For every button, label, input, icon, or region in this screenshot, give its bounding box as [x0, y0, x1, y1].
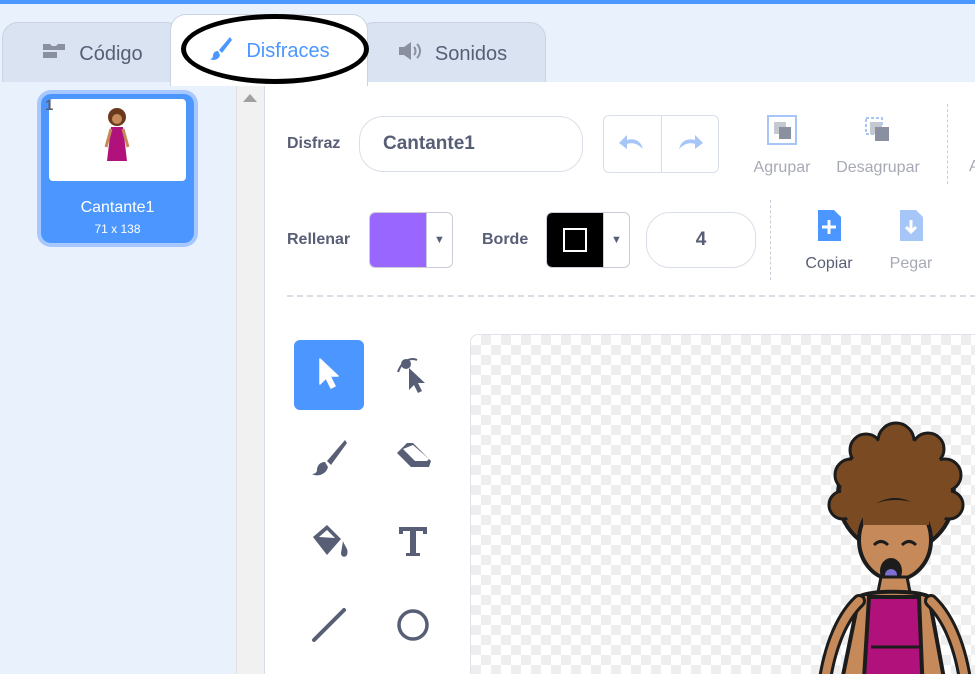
costume-list: 1 Cantante1 71 x 138 [0, 82, 236, 674]
dropdown-caret-icon: ▼ [603, 213, 629, 267]
tab-costumes[interactable]: Disfraces [170, 14, 368, 86]
ungroup-label: Desagrupar [836, 159, 920, 176]
eraser-tool[interactable] [378, 424, 448, 494]
arrow-cursor-icon [314, 356, 344, 395]
line-tool[interactable] [294, 592, 364, 662]
group-icon [749, 112, 815, 153]
toolbar-divider [770, 200, 771, 280]
tab-costumes-label: Disfraces [246, 39, 330, 62]
fill-color-swatch [370, 213, 426, 267]
reshape-cursor-icon [393, 352, 433, 399]
costume-name: Cantante1 [80, 199, 155, 216]
truncated-toolbar-label: A [969, 158, 975, 175]
singer-costume-drawing [818, 421, 972, 674]
fill-color-picker[interactable]: ▼ [369, 212, 453, 268]
select-tool[interactable] [294, 340, 364, 410]
line-icon [310, 606, 348, 649]
costume-name-label: Disfraz [287, 135, 341, 152]
costume-number: 1 [45, 97, 54, 114]
toolbar-divider [947, 104, 948, 184]
eraser-icon [393, 439, 433, 480]
redo-button[interactable] [662, 116, 719, 172]
reshape-tool[interactable] [378, 340, 448, 410]
copy-label: Copiar [805, 255, 853, 272]
paste-button[interactable]: Pegar [881, 208, 941, 273]
tab-code-label: Código [79, 42, 143, 65]
paintbrush-icon [208, 35, 234, 67]
circle-icon [394, 606, 432, 649]
ungroup-button[interactable]: Desagrupar [831, 112, 925, 177]
drawing-canvas[interactable] [470, 334, 975, 674]
costume-thumbnail [49, 99, 186, 181]
scroll-up-arrow-icon[interactable] [243, 94, 257, 102]
outline-label: Borde [482, 231, 529, 248]
speaker-icon [397, 40, 423, 68]
tab-bar: Código Disfraces Sonidos [0, 4, 975, 86]
dropdown-caret-icon: ▼ [426, 213, 452, 267]
undo-icon [617, 133, 647, 156]
text-t-icon [395, 523, 431, 564]
costume-card[interactable]: 1 Cantante1 71 x 138 [41, 94, 194, 243]
copy-icon [795, 208, 863, 249]
brush-icon [309, 437, 349, 482]
text-tool[interactable] [378, 508, 448, 578]
redo-icon [675, 133, 705, 156]
group-label: Agrupar [753, 159, 811, 176]
brush-tool[interactable] [294, 424, 364, 494]
ungroup-icon [831, 112, 925, 153]
group-button[interactable]: Agrupar [749, 112, 815, 177]
outline-color-swatch [547, 213, 603, 267]
paste-icon [881, 208, 941, 249]
fill-tool[interactable] [294, 508, 364, 578]
undo-redo-group [603, 115, 719, 173]
toolbar-bottom-divider [287, 295, 975, 297]
costume-size: 71 x 138 [94, 222, 141, 236]
costume-name-input[interactable]: Cantante1 [359, 116, 583, 172]
fill-label: Rellenar [287, 231, 351, 248]
outline-width-input[interactable]: 4 [646, 212, 756, 268]
paste-label: Pegar [889, 255, 933, 272]
paint-bucket-icon [307, 521, 351, 566]
costume-list-scrollbar[interactable] [236, 82, 264, 674]
tab-code[interactable]: Código [2, 22, 182, 84]
paint-editor: Disfraz Cantante1 Agrupar Desagrupar A R… [264, 82, 975, 674]
outline-color-picker[interactable]: ▼ [546, 212, 630, 268]
copy-button[interactable]: Copiar [795, 208, 863, 273]
circle-tool[interactable] [378, 592, 448, 662]
code-blocks-icon [41, 41, 67, 67]
tab-sounds[interactable]: Sonidos [358, 22, 546, 84]
undo-button[interactable] [604, 116, 662, 172]
tab-sounds-label: Sonidos [434, 42, 508, 65]
